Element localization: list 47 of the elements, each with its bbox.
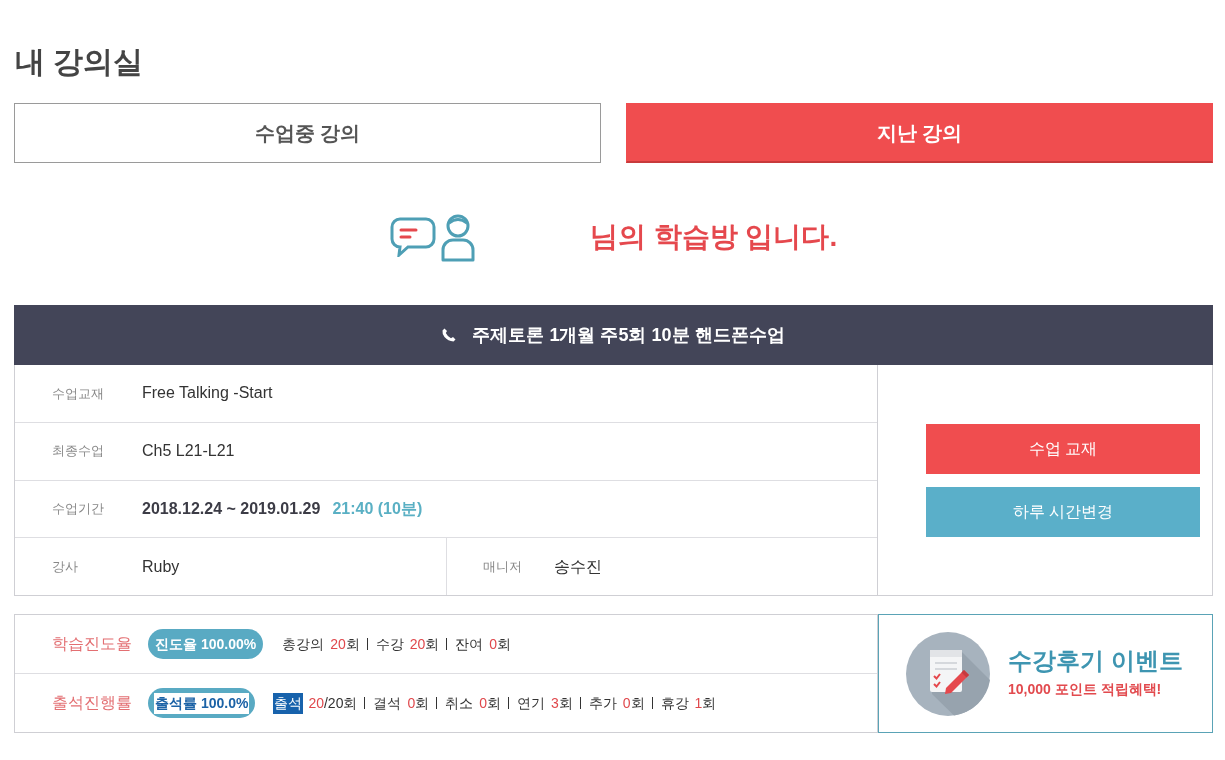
field-value: 송수진 — [554, 556, 602, 577]
field-value: Free Talking -Start — [142, 383, 273, 404]
field-value: Ch5 L21-L21 — [142, 441, 235, 462]
phone-icon — [442, 328, 457, 342]
speech-bubble-icon — [389, 217, 436, 257]
stat-label: 잔여 — [454, 634, 485, 654]
field-label: 강사 — [52, 557, 79, 576]
stat-label: 총강의 — [281, 634, 326, 654]
stat-count: 20/20회 — [308, 693, 358, 713]
field-label: 최종수업 — [52, 442, 105, 461]
stat-label: 추가 — [587, 693, 618, 713]
stat-count: 0회 — [622, 693, 645, 713]
event-subtitle: 10,000 포인트 적립혜택! — [1008, 680, 1163, 700]
stat-count: 0회 — [479, 693, 501, 713]
field-value: 2018.12.24 ~ 2019.01.29 — [142, 498, 321, 519]
field-value: Ruby — [142, 556, 180, 577]
person-icon — [439, 212, 476, 262]
document-pencil-icon — [906, 631, 990, 716]
event-title: 수강후기 이벤트 — [1008, 646, 1183, 676]
page-title: 내 강의실 — [15, 44, 145, 80]
stat-label: 취소 — [444, 693, 475, 713]
textbook-button[interactable]: 수업 교재 — [926, 423, 1200, 474]
stat-label: 결석 — [372, 693, 403, 713]
stat-count: 20회 — [409, 634, 440, 654]
time-text: 21:40 (10분) — [332, 498, 423, 519]
stat-count: 1회 — [694, 693, 717, 713]
stat-count: 0회 — [489, 634, 512, 654]
event-banner[interactable]: 수강후기 이벤트 10,000 포인트 적립혜택! — [878, 614, 1213, 733]
stat-label: 출석 — [273, 692, 304, 714]
stat-label: 수강 — [374, 634, 405, 654]
stat-label: 휴강 — [659, 693, 690, 713]
progress-label: 학습진도율 — [52, 634, 133, 654]
course-title: 주제토론 1개월 주5회 10분 핸드폰수업 — [472, 323, 785, 347]
tab[interactable]: 수업중 강의 — [14, 103, 601, 163]
progress-label: 출석진행률 — [52, 693, 133, 713]
schedule-change-button[interactable]: 하루 시간변경 — [926, 486, 1200, 537]
stat-count: 0회 — [407, 693, 430, 713]
field-label: 매니저 — [483, 557, 523, 576]
stat-count: 20회 — [330, 634, 360, 654]
field-label: 수업교재 — [52, 384, 105, 403]
tab[interactable]: 지난 강의 — [626, 103, 1213, 163]
rate-text: 출석률 100.0% — [154, 692, 250, 714]
stat-count: 3회 — [551, 693, 573, 713]
field-label: 수업기간 — [52, 500, 105, 519]
greeting-text: 님의 학습방 입니다. — [589, 220, 838, 254]
rate-text: 진도율 100.00% — [154, 634, 258, 654]
stat-label: 연기 — [516, 693, 546, 713]
